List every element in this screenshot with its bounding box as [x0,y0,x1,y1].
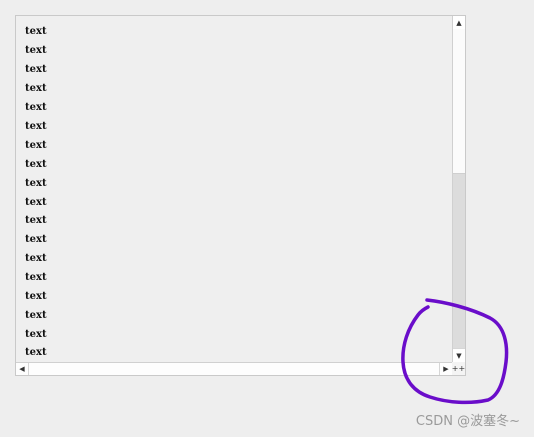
list-item[interactable]: text [25,310,47,322]
horizontal-scrollbar[interactable]: ◀ ▶ [16,362,452,375]
list-item[interactable]: text [25,272,47,284]
scroll-left-icon[interactable]: ◀ [16,363,29,375]
list-item[interactable]: text [25,102,47,114]
list-item[interactable]: text [25,121,47,133]
scroll-down-icon[interactable]: ▼ [453,348,465,362]
list-item[interactable]: text [25,64,47,76]
list-item[interactable]: text [25,291,47,303]
list-item[interactable]: text [25,178,47,190]
list-item[interactable]: text [25,329,47,341]
list-item[interactable]: text [25,159,47,171]
scroll-pane: text text text text text text text text … [15,15,466,376]
scroll-right-icon[interactable]: ▶ [439,363,452,375]
watermark: CSDN @波塞冬~ [415,414,520,429]
scrollbar-corner-icon: ++ [451,362,466,375]
list-item[interactable]: text [25,140,47,152]
window-content: text text text text text text text text … [0,0,534,437]
list-item[interactable]: text [25,347,47,359]
scroll-up-icon[interactable]: ▲ [453,16,465,30]
vertical-scroll-track[interactable] [453,174,465,349]
vertical-scrollbar[interactable]: ▲ ▼ [452,16,465,362]
vertical-scroll-thumb[interactable] [453,29,465,174]
text-list[interactable]: text text text text text text text text … [16,16,452,362]
list-item[interactable]: text [25,253,47,265]
list-item[interactable]: text [25,215,47,227]
list-item[interactable]: text [25,83,47,95]
list-item[interactable]: text [25,45,47,57]
list-item[interactable]: text [25,197,47,209]
list-item[interactable]: text [25,26,47,38]
list-item[interactable]: text [25,234,47,246]
